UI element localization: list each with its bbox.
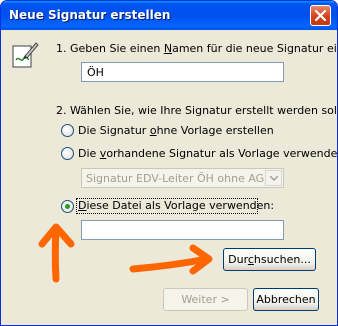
dialog-window: Neue Signatur erstellen 1. Geben Sie ein… (0, 0, 338, 326)
arrow-up-icon (38, 223, 75, 283)
arrow-right-icon (129, 244, 213, 275)
annotation-arrows (38, 223, 213, 283)
